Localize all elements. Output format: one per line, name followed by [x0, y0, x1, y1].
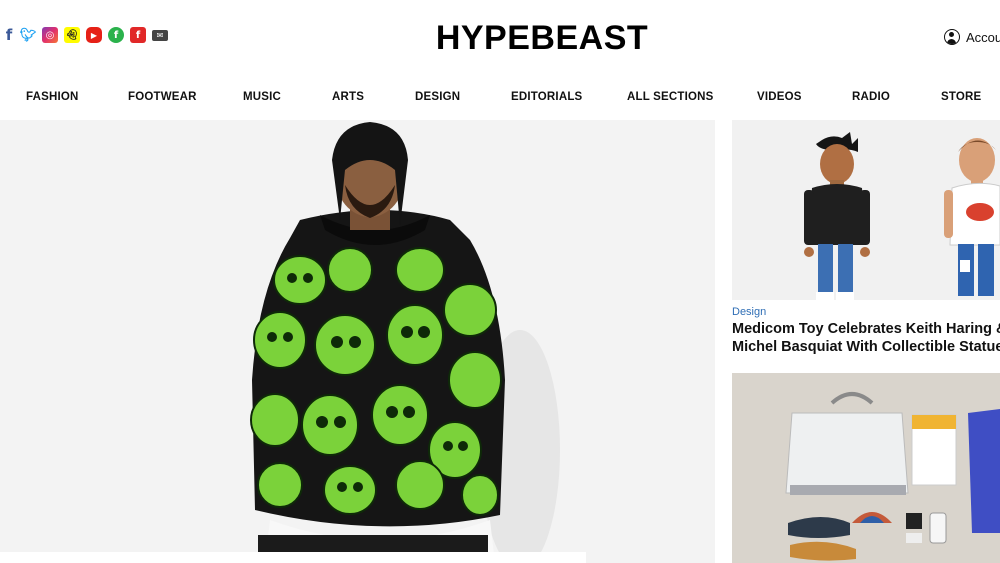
- account-label[interactable]: Account: [966, 30, 1000, 45]
- user-icon: [944, 29, 960, 45]
- hero-photo: [0, 120, 715, 563]
- article-category[interactable]: Design: [732, 306, 766, 318]
- nav-item-videos[interactable]: VIDEOS: [757, 91, 802, 103]
- site-header: f 🐦︎ ◎ 👻︎ ▶ f f ✉ HYPEBEAST Account: [0, 0, 1000, 78]
- medicom-figures-photo: [732, 120, 1000, 300]
- nav-item-radio[interactable]: RADIO: [852, 91, 890, 103]
- flatlay-products-photo: [732, 373, 1000, 563]
- site-logo[interactable]: HYPEBEAST: [0, 19, 1000, 58]
- article-title[interactable]: Medicom Toy Celebrates Keith Haring & Je…: [732, 320, 1000, 356]
- article-title-line-2[interactable]: Michel Basquiat With Collectible Statues: [732, 338, 1000, 356]
- main-nav: FASHION FOOTWEAR MUSIC ARTS DESIGN EDITO…: [0, 84, 1000, 112]
- sidebar-article-image-2[interactable]: [732, 373, 1000, 563]
- nav-item-arts[interactable]: ARTS: [332, 91, 364, 103]
- featured-article-image[interactable]: [0, 120, 715, 563]
- nav-item-editorials[interactable]: EDITORIALS: [511, 91, 582, 103]
- nav-item-all-sections[interactable]: ALL SECTIONS: [627, 91, 714, 103]
- sidebar-article-image[interactable]: [732, 120, 1000, 300]
- nav-item-fashion[interactable]: FASHION: [26, 91, 79, 103]
- logo-text[interactable]: HYPEBEAST: [436, 19, 648, 57]
- account-link[interactable]: Account: [944, 29, 1000, 45]
- article-title-line-1[interactable]: Medicom Toy Celebrates Keith Haring & Je: [732, 320, 1000, 338]
- nav-item-footwear[interactable]: FOOTWEAR: [128, 91, 197, 103]
- hero-caption-strip: [0, 552, 586, 563]
- nav-item-design[interactable]: DESIGN: [415, 91, 460, 103]
- nav-item-store[interactable]: STORE: [941, 91, 981, 103]
- nav-item-music[interactable]: MUSIC: [243, 91, 281, 103]
